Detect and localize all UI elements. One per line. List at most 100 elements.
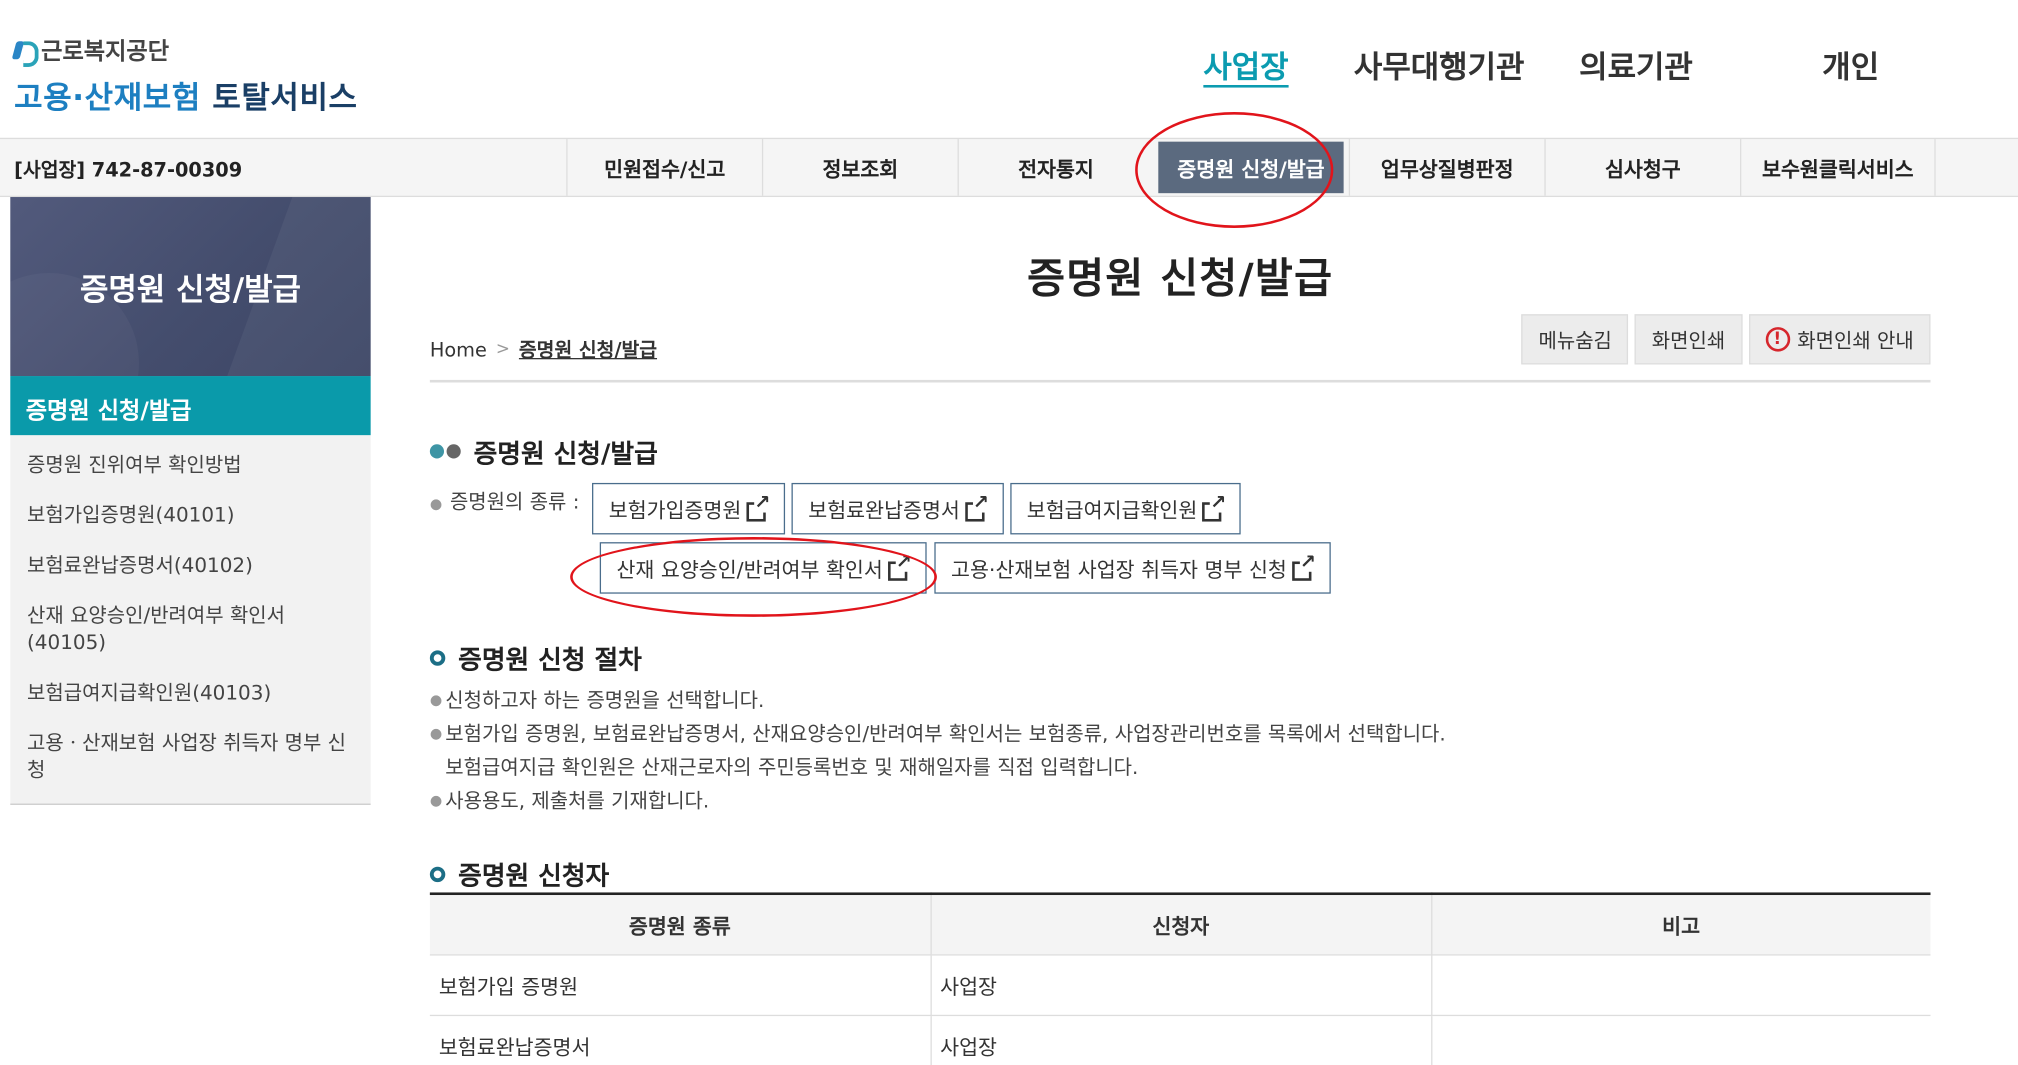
logo-title: 고용·산재보험 토탈서비스: [14, 72, 357, 117]
alert-circle-icon: !: [1765, 327, 1790, 352]
column-header: 비고: [1431, 893, 1931, 955]
column-header: 증명원 종류: [429, 893, 932, 955]
section-certificate-heading: 증명원 신청/발급: [429, 433, 658, 470]
sidebar-item-care-approval[interactable]: 산재 요양승인/반려여부 확인서 (40105): [10, 591, 370, 668]
care-approval-label: 산재 요양승인/반려여부 확인서: [616, 557, 883, 583]
logo-title-part1: 고용·산재보험: [14, 79, 201, 116]
sidebar: 증명원 신청/발급 증명원 신청/발급 증명원 진위여부 확인방법 보험가입증명…: [10, 197, 371, 805]
section-title: 증명원 신청 절차: [458, 643, 642, 675]
top-nav: 사업장 사무대행기관 의료기관 개인: [1203, 41, 1895, 85]
external-link-icon: [1292, 551, 1316, 581]
procedure-line: 보험가입 증명원, 보험료완납증명서, 산재요양승인/반려여부 확인서는 보험종…: [445, 722, 1446, 746]
top-nav-business[interactable]: 사업장: [1203, 41, 1354, 85]
certificate-type-label: ● 증명원의 종류 :: [430, 487, 580, 515]
chevron-right-icon: >: [495, 339, 510, 360]
print-button[interactable]: 화면인쇄: [1635, 314, 1742, 365]
ring-bullet-icon: [429, 866, 446, 882]
table-cell: 사업장: [930, 954, 1432, 1016]
sidebar-item-verify[interactable]: 증명원 진위여부 확인방법: [10, 440, 370, 490]
bullet-dot-icon: ●: [429, 725, 443, 742]
breadcrumb-home[interactable]: Home: [430, 338, 487, 361]
section-procedure-heading: 증명원 신청 절차: [429, 639, 642, 676]
main-menu: 민원접수/신고 정보조회 전자통지 증명원 신청/발급 업무상질병판정 심사청구…: [566, 139, 1936, 196]
table-cell: [1431, 1014, 1931, 1065]
logo-org: 근로복지공단: [14, 33, 357, 67]
page-title: 증명원 신청/발급: [1027, 253, 1334, 303]
top-nav-medical[interactable]: 의료기관: [1579, 41, 1772, 85]
table-header-row: 증명원 종류 신청자 비고: [429, 893, 1931, 955]
section-applicant-heading: 증명원 신청자: [429, 855, 610, 892]
section-title: 증명원 신청자: [458, 860, 610, 892]
benefit-cert-button[interactable]: 보험급여지급확인원: [1010, 482, 1242, 535]
menu-info-lookup[interactable]: 정보조회: [761, 139, 958, 196]
certificate-type-text: 증명원의 종류 :: [449, 490, 580, 514]
payment-cert-button[interactable]: 보험료완납증명서: [791, 482, 1004, 535]
sidebar-heading: 증명원 신청/발급: [10, 197, 371, 377]
sidebar-heading-text: 증명원 신청/발급: [79, 271, 301, 308]
insurance-cert-button[interactable]: 보험가입증명원: [592, 482, 786, 535]
column-header: 신청자: [930, 893, 1432, 955]
ring-bullet-icon: [429, 649, 446, 666]
external-link-icon: [887, 551, 912, 581]
section-title: 증명원 신청/발급: [473, 437, 658, 469]
top-nav-agency[interactable]: 사무대행기관: [1354, 41, 1579, 85]
menu-complaint[interactable]: 민원접수/신고: [566, 139, 762, 196]
logo-mark-icon: [14, 39, 39, 67]
print-guide-label: 화면인쇄 안내: [1797, 329, 1914, 353]
main-menu-bar: [사업장] 742-87-00309 민원접수/신고 정보조회 전자통지 증명원…: [0, 137, 2018, 198]
table-cell: 사업장: [930, 1014, 1432, 1065]
insurance-cert-label: 보험가입증명원: [608, 498, 742, 523]
procedure-line: 사용용도, 제출처를 기재합니다.: [445, 789, 710, 813]
print-label: 화면인쇄: [1651, 329, 1726, 353]
certificate-buttons-row1: 보험가입증명원 보험료완납증명서 보험급여지급확인원: [592, 482, 1242, 535]
list-item: ● 사용용도, 제출처를 기재합니다.: [430, 784, 1446, 817]
table-cell: [1431, 954, 1931, 1016]
payment-cert-label: 보험료완납증명서: [808, 498, 960, 523]
benefit-cert-label: 보험급여지급확인원: [1026, 498, 1198, 523]
sidebar-item-acquirer-list[interactable]: 고용ㆍ산재보험 사업장 취득자 명부 신청: [10, 719, 370, 796]
bullet-dot-icon: ●: [429, 495, 443, 513]
external-link-icon: [1202, 492, 1227, 521]
page-tools: 메뉴숨김 화면인쇄 ! 화면인쇄 안내: [1521, 314, 1931, 365]
acquirer-list-label: 고용·산재보험 사업장 취득자 명부 신청: [951, 557, 1287, 583]
menu-wage-one-click[interactable]: 보수원클릭서비스: [1740, 139, 1936, 196]
sidebar-item-insurance-cert[interactable]: 보험가입증명원(40101): [10, 491, 370, 541]
procedure-list: ● 신청하고자 하는 증명원을 선택합니다. ● 보험가입 증명원, 보험료완납증명…: [430, 684, 1446, 818]
external-link-icon: [746, 492, 771, 521]
external-link-icon: [965, 492, 989, 521]
menu-e-notice[interactable]: 전자통지: [957, 139, 1154, 196]
site-header: 근로복지공단 고용·산재보험 토탈서비스 사업장 사무대행기관 의료기관 개인: [0, 0, 2018, 138]
top-nav-personal[interactable]: 개인: [1806, 41, 1896, 85]
logo-org-name: 근로복지공단: [41, 38, 170, 66]
acquirer-list-button[interactable]: 고용·산재보험 사업장 취득자 명부 신청: [934, 542, 1331, 594]
logo-title-part2: 토탈서비스: [212, 79, 358, 116]
list-item: ● 신청하고자 하는 증명원을 선택합니다.: [430, 684, 1446, 717]
double-dot-icon: [429, 444, 461, 459]
menu-disease-judgment[interactable]: 업무상질병판정: [1348, 139, 1545, 196]
menu-certificate[interactable]: 증명원 신청/발급: [1158, 141, 1344, 194]
breadcrumb-current[interactable]: 증명원 신청/발급: [519, 336, 657, 363]
site-logo[interactable]: 근로복지공단 고용·산재보험 토탈서비스: [14, 33, 357, 117]
breadcrumb: Home > 증명원 신청/발급: [430, 336, 657, 363]
care-approval-button[interactable]: 산재 요양승인/반려여부 확인서: [599, 542, 927, 594]
procedure-line: 보험급여지급 확인원은 산재근로자의 주민등록번호 및 재해일자를 직접 입력합…: [445, 755, 1139, 780]
procedure-line: 신청하고자 하는 증명원을 선택합니다.: [445, 688, 765, 713]
print-guide-button[interactable]: ! 화면인쇄 안내: [1748, 314, 1931, 365]
certificate-buttons-row2: 산재 요양승인/반려여부 확인서 고용·산재보험 사업장 취득자 명부 신청: [599, 542, 1331, 594]
sidebar-item-active[interactable]: 증명원 신청/발급: [10, 376, 371, 436]
menu-review-request[interactable]: 심사청구: [1544, 139, 1740, 196]
applicant-table: 증명원 종류 신청자 비고 보험가입 증명원 사업장 보험료완납증명서 사업장: [429, 892, 1931, 1065]
hide-menu-label: 메뉴숨김: [1538, 329, 1612, 353]
table-row: 보험가입 증명원 사업장: [429, 954, 1931, 1016]
bullet-dot-icon: ●: [429, 691, 443, 709]
table-cell: 보험료완납증명서: [429, 1014, 932, 1065]
hide-menu-button[interactable]: 메뉴숨김: [1521, 314, 1629, 365]
table-row: 보험료완납증명서 사업장: [429, 1014, 1931, 1065]
table-cell: 보험가입 증명원: [429, 954, 932, 1016]
business-id: [사업장] 742-87-00309: [14, 158, 243, 182]
sidebar-item-benefit-cert[interactable]: 보험급여지급확인원(40103): [10, 668, 370, 718]
sidebar-list: 증명원 진위여부 확인방법 보험가입증명원(40101) 보험료완납증명서(40…: [10, 435, 371, 805]
sidebar-item-payment-cert[interactable]: 보험료완납증명서(40102): [10, 541, 370, 591]
list-item: ● 보험가입 증명원, 보험료완납증명서, 산재요양승인/반려여부 확인서는 보험…: [430, 717, 1446, 750]
bullet-dot-icon: ●: [429, 791, 443, 809]
